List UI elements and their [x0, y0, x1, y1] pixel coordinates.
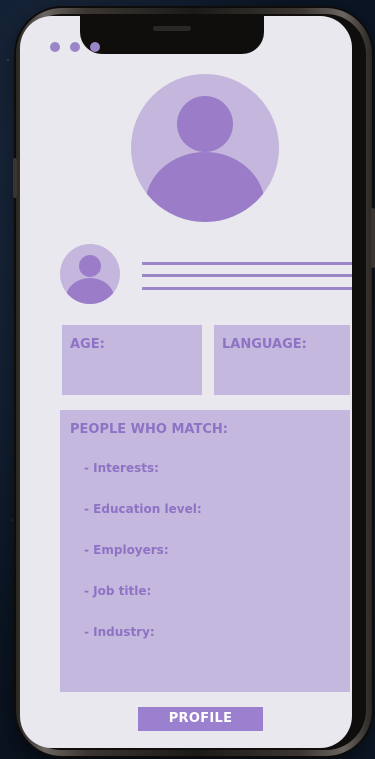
match-panel: PEOPLE WHO MATCH: - Interests: - Educati… [60, 410, 350, 692]
window-dots [50, 42, 100, 52]
criteria-employers: - Employers: [84, 543, 169, 557]
criteria-industry: - Industry: [84, 625, 155, 639]
language-label: LANGUAGE: [222, 337, 307, 352]
text-placeholder-line [142, 262, 352, 265]
age-field[interactable]: AGE: [62, 325, 202, 395]
profile-avatar-small[interactable] [60, 244, 120, 304]
criteria-interests: - Interests: [84, 461, 159, 475]
volume-button [13, 158, 17, 198]
language-field[interactable]: LANGUAGE: [214, 325, 350, 395]
text-placeholder-line [142, 287, 352, 290]
user-avatar-icon [145, 96, 265, 222]
dot-icon [50, 42, 60, 52]
user-avatar-icon [66, 255, 114, 304]
age-label: AGE: [70, 337, 105, 352]
profile-avatar-large[interactable] [131, 74, 279, 222]
text-placeholder-line [142, 274, 352, 277]
criteria-job-title: - Job title: [84, 584, 152, 598]
dot-icon [90, 42, 100, 52]
phone-notch [80, 16, 264, 54]
criteria-education-level: - Education level: [84, 502, 202, 516]
match-criteria-list: - Interests: - Education level: - Employ… [84, 461, 202, 666]
dot-icon [70, 42, 80, 52]
power-button [371, 208, 375, 268]
speaker-grille [153, 26, 191, 31]
app-screen: AGE: LANGUAGE: PEOPLE WHO MATCH: - Inter… [20, 16, 352, 748]
profile-button[interactable]: PROFILE [138, 707, 263, 731]
match-title: PEOPLE WHO MATCH: [70, 422, 228, 437]
